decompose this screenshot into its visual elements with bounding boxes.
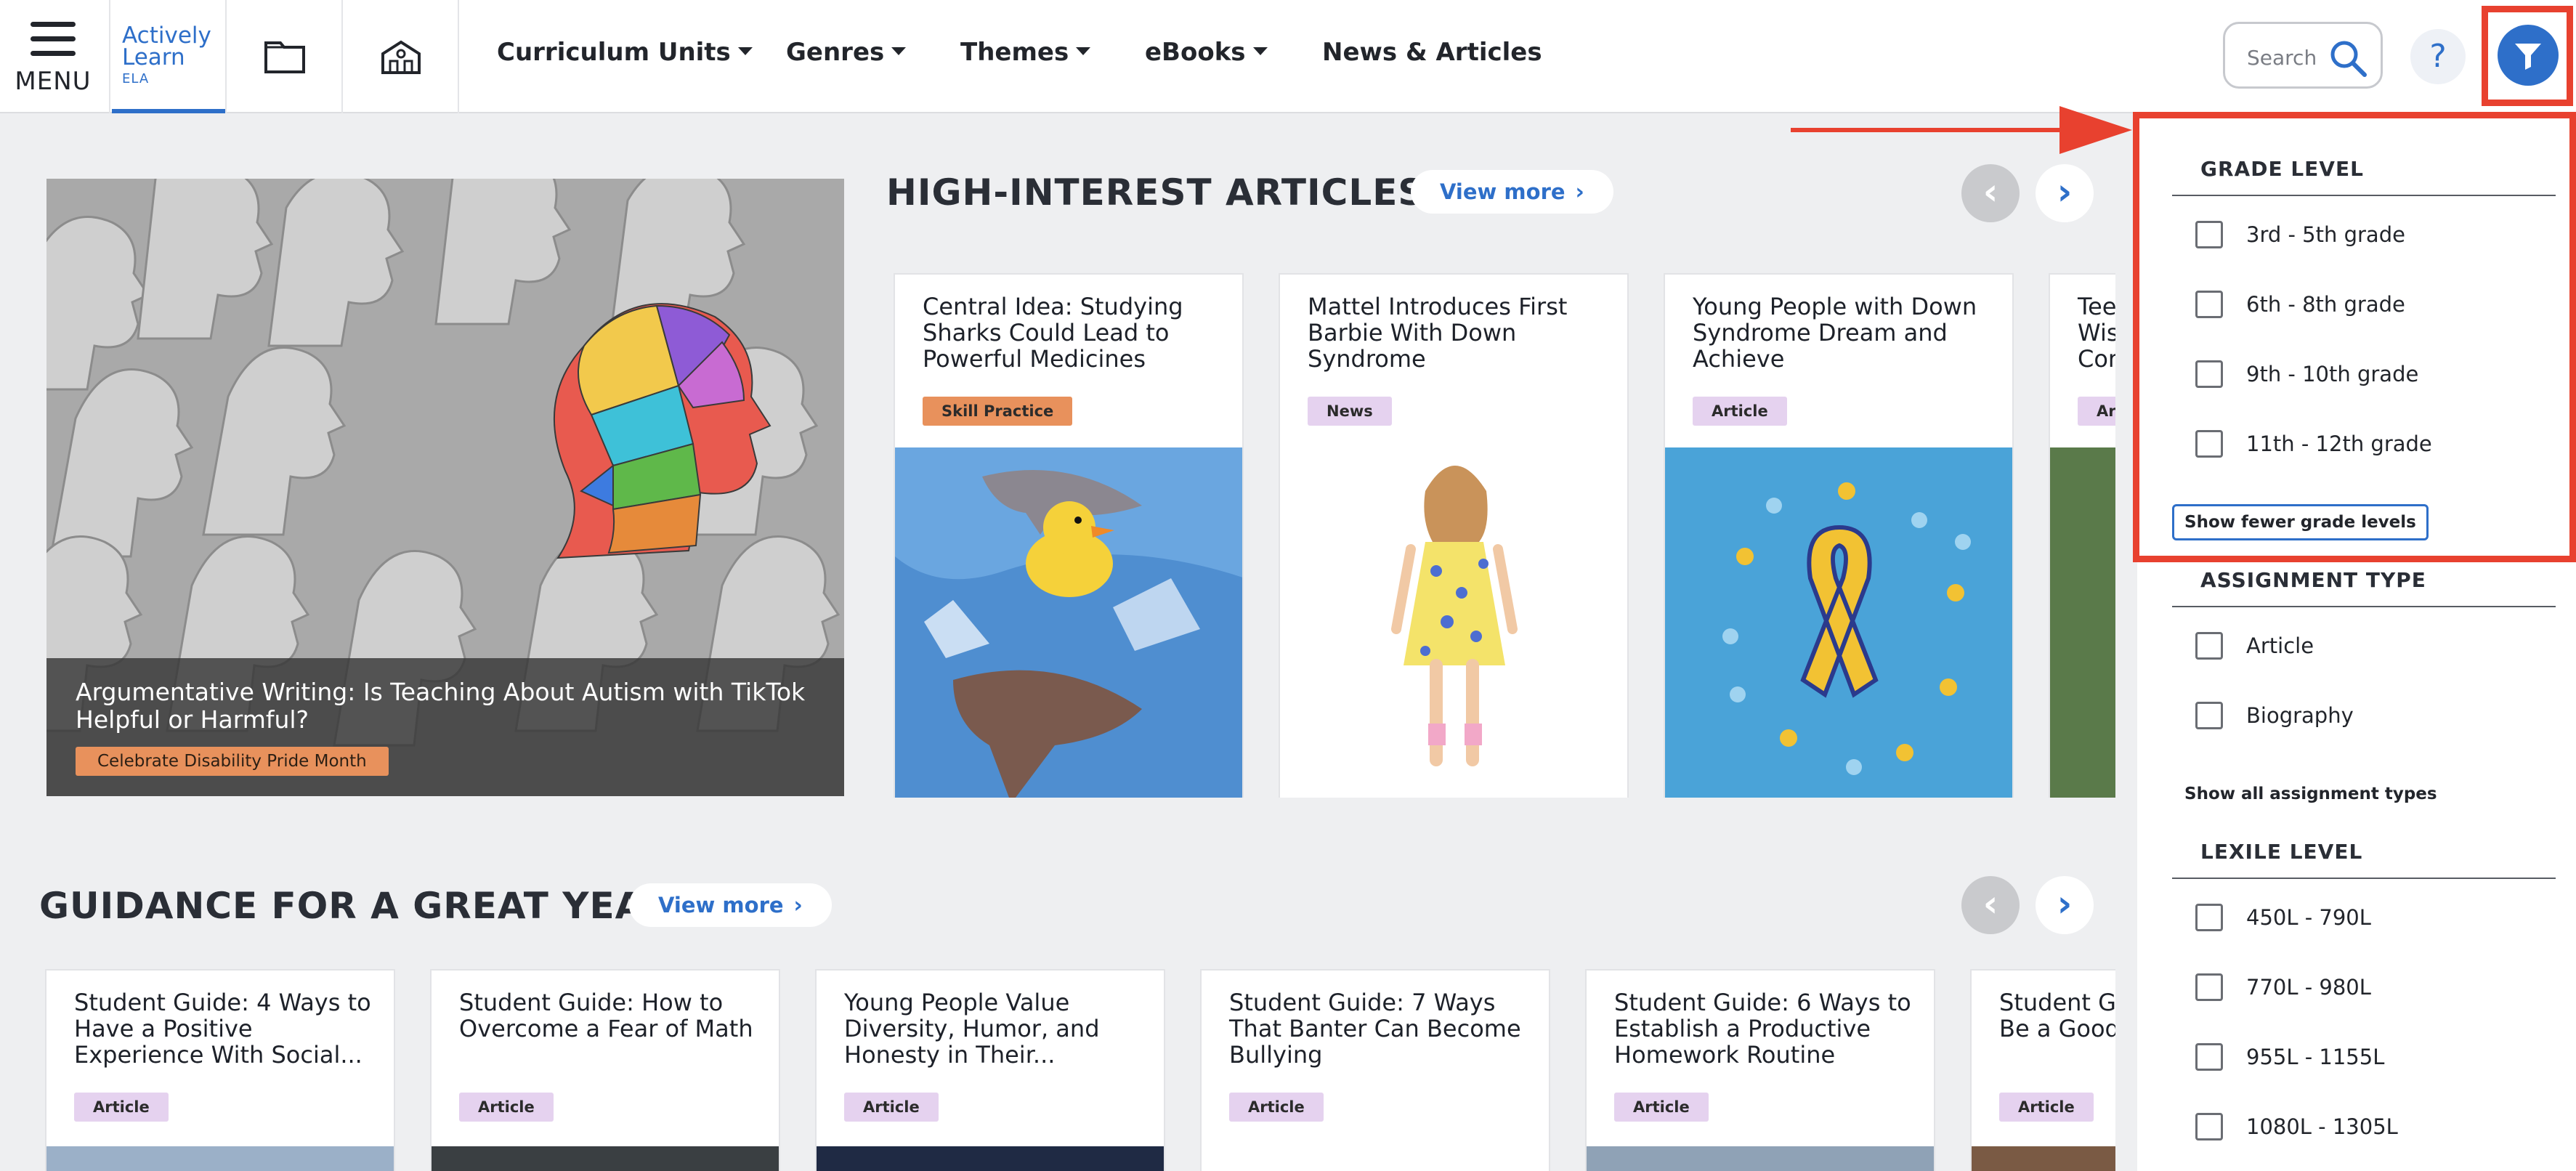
show-all-assignment-types-button[interactable]: Show all assignment types [2172, 776, 2450, 812]
search-input[interactable]: Search [2223, 22, 2383, 89]
card-tag: Ar [2078, 397, 2115, 426]
card-image [432, 1146, 779, 1171]
caret-down-icon [1252, 47, 1268, 55]
checkbox[interactable] [2195, 1043, 2223, 1071]
card-title: Central Idea: Studying Sharks Could Lead… [923, 293, 1183, 373]
caret-down-icon [891, 47, 907, 55]
doll-image [1280, 447, 1627, 798]
nav-news-articles[interactable]: News & Articles [1322, 38, 1542, 67]
view-more-high-interest[interactable]: View more › [1411, 170, 1613, 214]
nav-themes[interactable]: Themes [960, 38, 1091, 67]
card-title: Student Guide: 6 Ways to Establish a Pro… [1614, 989, 1911, 1069]
card-title: Student Guide: 7 Ways That Banter Can Be… [1229, 989, 1521, 1069]
featured-title[interactable]: Argumentative Writing: Is Teaching About… [76, 678, 817, 734]
hamburger-icon [31, 22, 76, 57]
top-nav: MENU Actively Learn ELA Curriculum Units… [0, 0, 2576, 113]
card-tag: Article [844, 1093, 939, 1122]
chevron-right-icon: › [1575, 179, 1584, 205]
article-card[interactable]: Student Guide: How to Overcome a Fear of… [430, 969, 780, 1171]
card-title: Student Guide: How to Overcome a Fear of… [459, 989, 753, 1042]
section-title-high-interest: HIGH-INTEREST ARTICLES [886, 171, 1425, 214]
nav-genres[interactable]: Genres [786, 38, 907, 67]
classes-button[interactable] [344, 0, 459, 113]
library-button[interactable] [228, 0, 343, 113]
card-title: Mattel Introduces First Barbie With Down… [1308, 293, 1568, 373]
divider [2172, 606, 2556, 607]
card-title: Young People with Down Syndrome Dream an… [1693, 293, 1977, 373]
card-tag: Article [1229, 1093, 1324, 1122]
checkbox[interactable] [2195, 1113, 2223, 1140]
carousel-prev-button[interactable]: ‹ [1961, 876, 2020, 934]
card-tag: Article [1614, 1093, 1709, 1122]
article-card[interactable]: Mattel Introduces First Barbie With Down… [1279, 273, 1629, 798]
article-card[interactable]: Young People Value Diversity, Humor, and… [815, 969, 1165, 1171]
annotation-arrow-icon [1791, 106, 2132, 154]
school-icon [381, 40, 421, 74]
checkbox[interactable] [2195, 702, 2223, 729]
divider [2172, 878, 2556, 879]
card-image [2050, 447, 2115, 798]
grade-level-highlight [2133, 112, 2576, 562]
card-image [1587, 1146, 1934, 1171]
article-card[interactable]: Student Guide: 4 Ways to Have a Positive… [45, 969, 395, 1171]
article-card[interactable]: Central Idea: Studying Sharks Could Lead… [894, 273, 1244, 798]
view-more-guidance[interactable]: View more › [629, 883, 832, 927]
card-title: Tee Wis Cor [2078, 293, 2115, 373]
high-interest-carousel: Central Idea: Studying Sharks Could Lead… [894, 273, 2115, 798]
checkbox[interactable] [2195, 632, 2223, 660]
card-tag: Article [1693, 397, 1787, 426]
card-image [1280, 447, 1627, 798]
card-image [817, 1146, 1164, 1171]
card-tag: News [1308, 397, 1392, 426]
lexile-level-heading: LEXILE LEVEL [2200, 840, 2363, 864]
card-image [895, 447, 1242, 798]
logo-text: Actively Learn [122, 23, 211, 70]
chevron-right-icon: › [793, 893, 803, 918]
ribbon-image [1665, 447, 2012, 798]
card-tag: Article [74, 1093, 169, 1122]
card-tag: Article [1999, 1093, 2094, 1122]
article-card[interactable]: Young People with Down Syndrome Dream an… [1664, 273, 2014, 798]
shark-duck-image [895, 447, 1242, 798]
caret-down-icon [737, 47, 753, 55]
card-image [1972, 1146, 2115, 1171]
logo-subject: ELA [122, 71, 150, 86]
card-image [1665, 447, 2012, 798]
article-card[interactable]: Student Guide: 7 Ways That Banter Can Be… [1200, 969, 1550, 1171]
menu-button[interactable]: MENU [0, 0, 110, 113]
article-card[interactable]: Student G Be a Good Article [1970, 969, 2115, 1171]
active-tab-indicator [112, 109, 225, 113]
carousel-next-button[interactable]: › [2036, 164, 2094, 222]
card-title: Student G Be a Good [1999, 989, 2115, 1042]
checkbox[interactable] [2195, 973, 2223, 1001]
actively-learn-logo[interactable]: Actively Learn ELA [112, 0, 227, 113]
card-title: Young People Value Diversity, Humor, and… [844, 989, 1100, 1069]
card-tag: Article [459, 1093, 554, 1122]
article-card[interactable]: Student Guide: 6 Ways to Establish a Pro… [1585, 969, 1935, 1171]
folder-icon [264, 41, 305, 73]
menu-label: MENU [15, 67, 92, 96]
help-button[interactable]: ? [2410, 29, 2466, 84]
nav-ebooks[interactable]: eBooks [1145, 38, 1268, 67]
featured-tag: Celebrate Disability Pride Month [76, 747, 389, 776]
carousel-next-button[interactable]: › [2036, 876, 2094, 934]
nav-curriculum-units[interactable]: Curriculum Units [497, 38, 753, 67]
featured-caption: Argumentative Writing: Is Teaching About… [46, 658, 844, 796]
card-tag: Skill Practice [923, 397, 1073, 426]
article-card[interactable]: Tee Wis Cor Ar [2049, 273, 2115, 798]
section-title-guidance: GUIDANCE FOR A GREAT YEAR [39, 885, 673, 927]
featured-article-card[interactable]: Argumentative Writing: Is Teaching About… [46, 179, 844, 796]
checkbox[interactable] [2195, 904, 2223, 931]
search-icon[interactable] [2328, 39, 2368, 78]
card-image [46, 1146, 394, 1171]
caret-down-icon [1076, 47, 1091, 55]
search-placeholder: Search [2247, 46, 2317, 70]
carousel-prev-button[interactable]: ‹ [1961, 164, 2020, 222]
card-title: Student Guide: 4 Ways to Have a Positive… [74, 989, 371, 1069]
assignment-type-heading: ASSIGNMENT TYPE [2200, 568, 2426, 592]
filter-button-highlight [2482, 6, 2573, 106]
guidance-carousel: Student Guide: 4 Ways to Have a Positive… [45, 969, 2115, 1171]
